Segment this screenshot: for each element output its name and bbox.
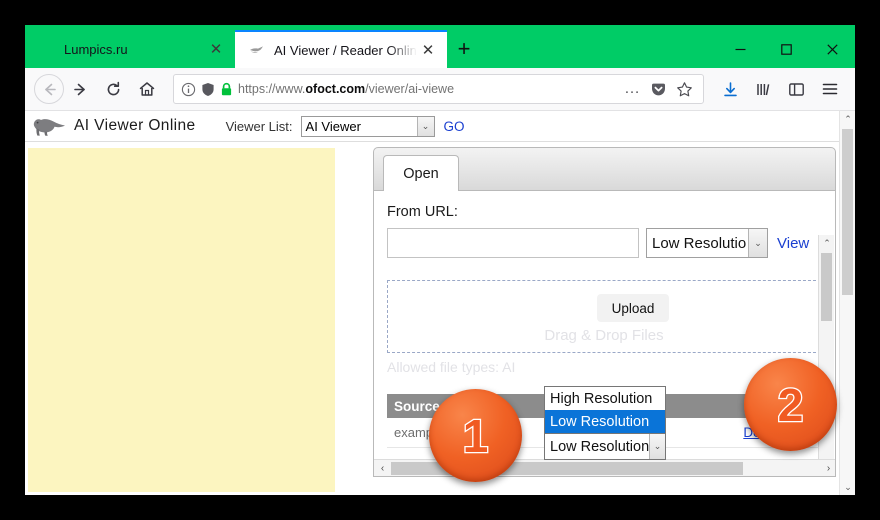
tab-title: AI Viewer / Reader Online & Free [274,42,417,58]
star-icon[interactable] [672,77,696,101]
browser-tab-ai-viewer[interactable]: AI Viewer / Reader Online & Free ✕ [235,30,447,68]
scroll-left-icon[interactable]: ‹ [374,460,391,476]
back-button[interactable] [34,74,64,104]
hamburger-menu-icon [822,83,837,95]
close-icon[interactable]: ✕ [205,38,227,60]
menu-button[interactable] [813,73,846,106]
navigation-toolbar: https://www.ofoct.com/viewer/ai-viewe … [25,68,855,111]
page-title: AI Viewer Online [74,117,196,134]
resolution-select-top[interactable]: Low Resolutio ⌄ [646,228,768,258]
close-icon[interactable]: ✕ [417,39,439,61]
padlock-icon[interactable] [220,82,233,97]
library-icon [757,83,770,95]
page-actions-icon[interactable]: … [620,77,644,101]
resolution-select-top-value: Low Resolutio [652,234,747,252]
option-low-resolution[interactable]: Low Resolution [545,410,665,433]
page-vertical-scrollbar[interactable]: ⌃ ⌄ [839,111,855,495]
close-icon [826,43,838,55]
option-high-resolution[interactable]: High Resolution [545,387,665,410]
sidebar-button[interactable] [780,73,813,106]
home-button[interactable] [130,73,163,106]
viewer-list-label: Viewer List: [225,118,293,134]
bird-icon [249,42,265,58]
home-icon [139,82,154,96]
maximize-icon [780,43,792,55]
sidebar-icon [789,82,804,96]
site-header: AI Viewer Online Viewer List: AI Viewer … [25,111,855,142]
allowed-file-types: Allowed file types: AI [387,359,516,375]
drag-drop-zone[interactable]: Upload Drag & Drop Files [387,280,821,353]
tab-title: Lumpics.ru [64,41,128,57]
browser-tab-lumpics[interactable]: Lumpics.ru ✕ [25,30,235,68]
chevron-down-icon: ⌄ [748,229,767,257]
scroll-up-icon[interactable]: ⌃ [840,111,855,127]
viewer-list-selected-value: AI Viewer [305,118,361,134]
minimize-icon [735,48,745,50]
resolution-select-row[interactable]: Low Resolution ⌄ [544,433,666,460]
panel-vertical-scrollbar[interactable]: ⌃ [818,235,835,476]
annotation-badge-2: 2 [744,358,837,451]
minimize-button[interactable] [717,30,763,68]
toolbar-right [714,73,846,106]
view-link-top[interactable]: View [777,235,809,252]
scrollbar-thumb[interactable] [842,129,853,295]
scrollbar-thumb[interactable] [821,253,832,321]
chevron-down-icon: ⌄ [649,434,665,459]
upload-button[interactable]: Upload [597,294,669,322]
scroll-right-icon[interactable]: › [820,460,835,476]
url-bar[interactable]: https://www.ofoct.com/viewer/ai-viewe … [173,74,704,104]
window-controls [717,30,855,68]
forward-button[interactable] [64,73,97,106]
shield-icon[interactable] [201,82,215,97]
new-tab-button[interactable]: + [447,30,481,68]
downloads-arrow-icon [724,81,737,96]
library-button[interactable] [747,73,780,106]
tab-strip: Lumpics.ru ✕ AI Viewer / Reader Online &… [25,25,855,68]
reload-icon [107,81,120,95]
reload-button[interactable] [97,73,130,106]
from-url-label: From URL: [387,204,458,220]
pocket-icon[interactable] [646,77,670,101]
badge-number: 1 [461,409,489,462]
downloads-button[interactable] [714,73,747,106]
resolution-select-row-value: Low Resolution [550,438,650,455]
scroll-down-icon[interactable]: ⌄ [840,479,855,495]
close-window-button[interactable] [809,30,855,68]
from-url-input[interactable] [387,228,639,258]
annotation-badge-1: 1 [429,389,522,482]
ad-panel [28,148,335,492]
resolution-dropdown-open[interactable]: High Resolution Low Resolution Low Resol… [544,386,666,460]
scroll-up-icon[interactable]: ⌃ [819,235,835,251]
orange-fruit-icon [39,41,55,57]
go-button[interactable]: GO [444,119,465,134]
tab-open[interactable]: Open [383,155,459,191]
url-text[interactable]: https://www.ofoct.com/viewer/ai-viewe [238,82,620,96]
bird-icon-svg [250,46,263,54]
maximize-button[interactable] [763,30,809,68]
forward-arrow-icon [74,83,85,95]
info-circle-icon[interactable] [181,82,196,97]
resolution-option-list: High Resolution Low Resolution [544,386,666,433]
url-bar-actions: … [620,77,696,101]
viewer-list-select[interactable]: AI Viewer ⌄ [300,115,435,137]
chevron-down-icon: ⌄ [416,116,434,136]
bear-logo-icon [33,119,65,136]
badge-number: 2 [776,378,804,431]
drag-drop-text: Drag & Drop Files [544,327,664,344]
back-arrow-icon [44,83,56,95]
